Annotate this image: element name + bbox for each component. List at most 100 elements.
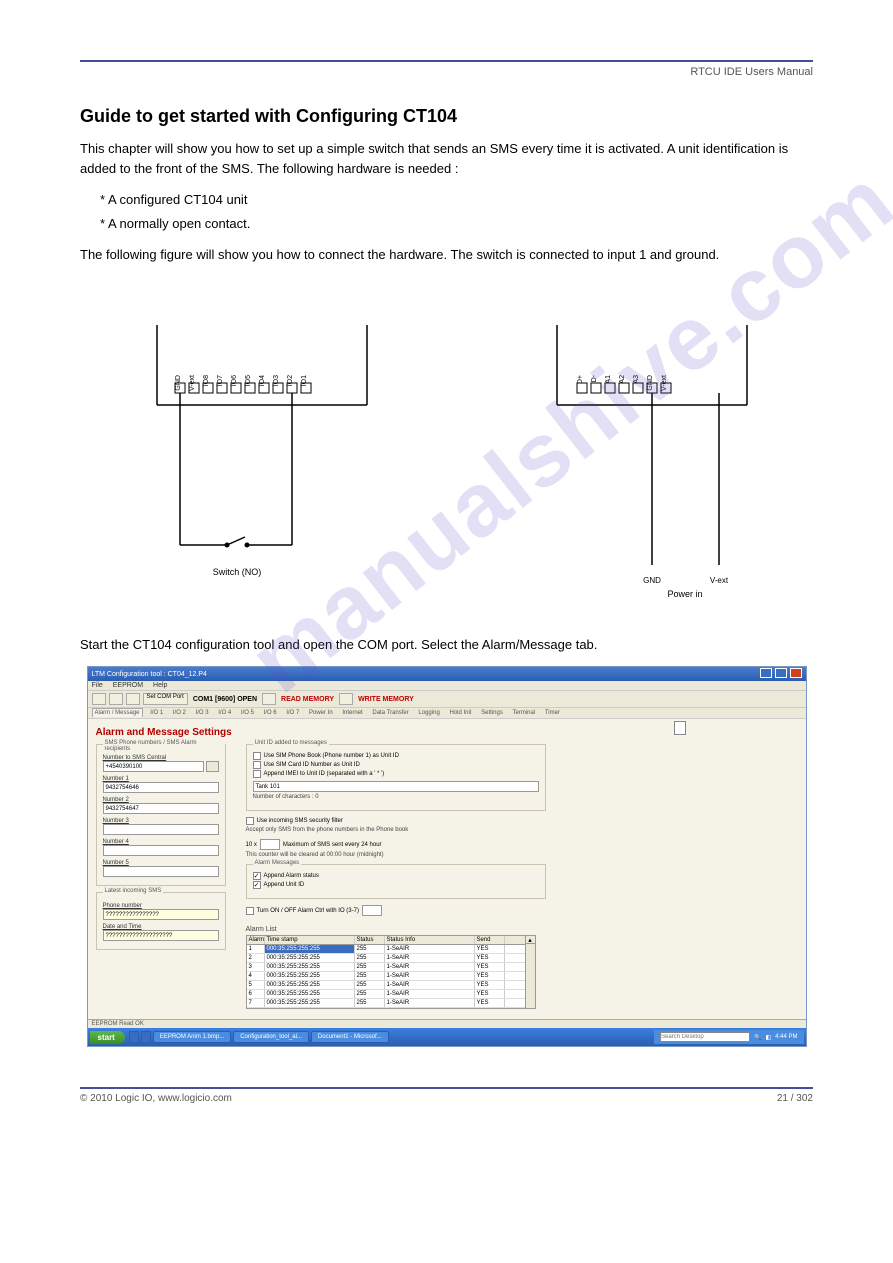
hw-item-2: * A normally open contact. (100, 214, 813, 234)
desktop-search-input[interactable] (660, 1032, 750, 1042)
alarm-messages-panel: Alarm Messages Append Alarm status Appen… (246, 864, 546, 899)
toolbar-up-icon[interactable] (339, 693, 353, 705)
set-com-port-button[interactable]: Set COM Port (143, 693, 188, 705)
use-simbook-checkbox[interactable] (253, 752, 261, 760)
quicklaunch-icon[interactable] (129, 1031, 139, 1043)
table-row[interactable]: 4000:35:255:255:2552551-SeAIRYES (247, 972, 525, 981)
svg-text:Power in: Power in (667, 589, 702, 599)
onoff-checkbox[interactable] (246, 907, 254, 915)
alarm-list-table[interactable]: Alarm Time stamp Status Status Info Send… (246, 935, 526, 1009)
number2-input[interactable]: 9432754647 (103, 803, 219, 814)
write-memory-button[interactable]: WRITE MEMORY (358, 696, 414, 703)
phone-numbers-legend: SMS Phone numbers / SMS Alarm recipients (103, 740, 225, 752)
onoff-input[interactable] (362, 905, 382, 916)
tab-io2[interactable]: I/O 2 (171, 709, 188, 717)
taskbar-item[interactable]: Document1 - Microsof... (311, 1031, 389, 1043)
tab-terminal[interactable]: Terminal (511, 709, 538, 717)
number5-input[interactable] (103, 866, 219, 877)
svg-text:D-: D- (591, 374, 598, 382)
table-row[interactable]: 1000:35:255:255:2552551-SeAIRYES (247, 945, 525, 954)
sms-limit-input[interactable] (260, 839, 280, 850)
alarm-list-title: Alarm List (246, 926, 546, 933)
menu-help[interactable]: Help (153, 682, 167, 689)
tab-logging[interactable]: Logging (416, 709, 441, 717)
tab-io4[interactable]: I/O 4 (216, 709, 233, 717)
number4-input[interactable] (103, 845, 219, 856)
use-simbook-label: Use SIM Phone Book (Phone number 1) as U… (264, 753, 399, 759)
tab-io1[interactable]: I/O 1 (148, 709, 165, 717)
tabbar[interactable]: Alarm / Message I/O 1 I/O 2 I/O 3 I/O 4 … (88, 708, 806, 719)
status-col-header[interactable]: Status (355, 936, 385, 944)
tab-holdinit[interactable]: Hold Init (447, 709, 473, 717)
table-row[interactable]: 2000:35:255:255:2552551-SeAIRYES (247, 954, 525, 963)
tray-icon[interactable]: ◧ (765, 1034, 771, 1041)
window-controls[interactable] (759, 668, 802, 680)
hw-item-1: * A configured CT104 unit (100, 190, 813, 210)
quicklaunch-icon[interactable] (141, 1031, 151, 1043)
use-simcard-checkbox[interactable] (253, 761, 261, 769)
tab-io3[interactable]: I/O 3 (194, 709, 211, 717)
append-unitid-checkbox[interactable] (253, 881, 261, 889)
tab-alarm-message[interactable]: Alarm / Message (92, 708, 143, 717)
sms-limit-note: This counter will be cleared at 00:00 ho… (246, 852, 546, 858)
tab-io7[interactable]: I/O 7 (284, 709, 301, 717)
toolbar-down-icon[interactable] (262, 693, 276, 705)
unitid-chars-label: Number of characters : 0 (253, 794, 539, 800)
alarm-col-header[interactable]: Alarm (247, 936, 265, 944)
sms-limit-label: Maximum of SMS sent every 24 hour (283, 842, 382, 848)
svg-text:GND: GND (643, 576, 661, 585)
table-row[interactable]: 5000:35:255:255:2552551-SeAIRYES (247, 981, 525, 990)
tab-io6[interactable]: I/O 6 (262, 709, 279, 717)
menubar[interactable]: File EEPROM Help (88, 681, 806, 691)
tab-io5[interactable]: I/O 5 (239, 709, 256, 717)
svg-text:IO3: IO3 (273, 374, 280, 385)
toolbar-edit-icon[interactable] (126, 693, 140, 705)
latest-date-value: ???????????????????? (103, 930, 219, 941)
tab-powerin[interactable]: Power In (307, 709, 335, 717)
svg-text:IO1: IO1 (301, 374, 308, 385)
statusinfo-col-header[interactable]: Status Info (385, 936, 475, 944)
taskbar-item[interactable]: EEPROM Anim 1.bmp... (153, 1031, 231, 1043)
table-scrollbar[interactable]: ▴ (526, 935, 536, 1009)
send-col-header[interactable]: Send (475, 936, 505, 944)
toolbar-save-icon[interactable] (109, 693, 123, 705)
taskbar[interactable]: start EEPROM Anim 1.bmp... Configuration… (88, 1028, 806, 1046)
notebook-icon[interactable] (674, 721, 686, 735)
sms-filter-checkbox[interactable] (246, 817, 254, 825)
section-title: Alarm and Message Settings (96, 727, 798, 738)
svg-text:GND: GND (647, 375, 654, 391)
svg-text:Switch (NO): Switch (NO) (212, 567, 261, 577)
append-imei-checkbox[interactable] (253, 770, 261, 778)
tab-timer[interactable]: Timer (543, 709, 562, 717)
timestamp-col-header[interactable]: Time stamp (265, 936, 355, 944)
central-input[interactable]: +4540390100 (103, 761, 205, 772)
system-tray[interactable]: 🔍 ◧ 4:44 PM (654, 1030, 804, 1044)
phonebook-icon[interactable] (206, 761, 218, 772)
tab-settings[interactable]: Settings (479, 709, 505, 717)
latest-phone-value: ???????????????? (103, 909, 219, 920)
scroll-up-icon[interactable]: ▴ (526, 936, 535, 944)
search-icon[interactable]: 🔍 (754, 1034, 761, 1041)
read-memory-button[interactable]: READ MEMORY (281, 696, 334, 703)
menu-file[interactable]: File (92, 682, 103, 689)
table-row[interactable]: 6000:35:255:255:2552551-SeAIRYES (247, 990, 525, 999)
unitid-input[interactable]: Tank 101 (253, 781, 539, 792)
start-button[interactable]: start (90, 1031, 125, 1044)
svg-text:A2: A2 (619, 374, 626, 383)
number1-input[interactable]: 9432754646 (103, 782, 219, 793)
toolbar-open-icon[interactable] (92, 693, 106, 705)
svg-text:V-ext: V-ext (709, 576, 728, 585)
tab-datatransfer[interactable]: Data Transfer (370, 709, 410, 717)
maximize-icon[interactable] (775, 668, 787, 678)
append-status-checkbox[interactable] (253, 872, 261, 880)
number3-input[interactable] (103, 824, 219, 835)
window-titlebar[interactable]: LTM Configuration tool : CT04_12.P4 (88, 667, 806, 681)
menu-eeprom[interactable]: EEPROM (113, 682, 143, 689)
svg-text:GND: GND (175, 375, 182, 391)
table-row[interactable]: 7000:35:255:255:2552551-SeAIRYES (247, 999, 525, 1008)
tab-internet[interactable]: Internet (340, 709, 364, 717)
close-icon[interactable] (790, 668, 802, 678)
minimize-icon[interactable] (760, 668, 772, 678)
taskbar-item[interactable]: Configuration_tool_al... (233, 1031, 309, 1043)
table-row[interactable]: 3000:35:255:255:2552551-SeAIRYES (247, 963, 525, 972)
